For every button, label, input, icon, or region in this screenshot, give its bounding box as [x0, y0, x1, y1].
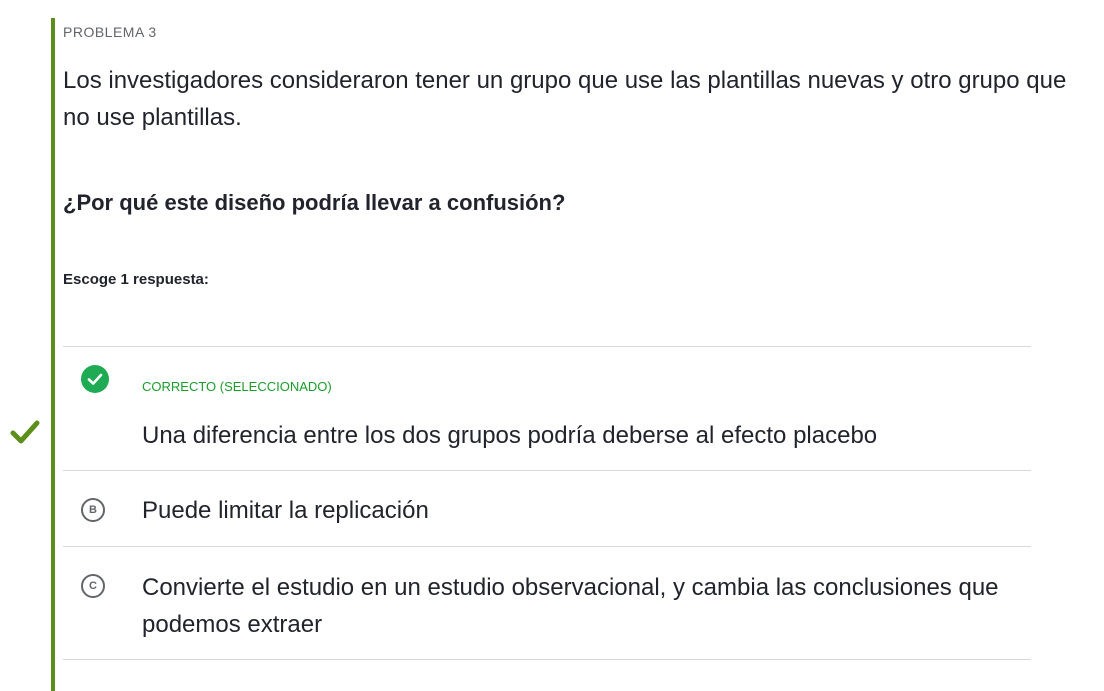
- exercise-page: PROBLEMA 3 Los investigadores considerar…: [0, 0, 1104, 691]
- choice-b-letter-icon: B: [81, 498, 105, 522]
- problem-prompt: Los investigadores consideraron tener un…: [63, 67, 1067, 131]
- answer-choices: CORRECTO (SELECCIONADO) Una diferencia e…: [63, 346, 1031, 660]
- choice-a[interactable]: CORRECTO (SELECCIONADO) Una diferencia e…: [63, 347, 1031, 471]
- checkmark-icon: [10, 420, 40, 444]
- choice-c[interactable]: C Convierte el estudio en un estudio obs…: [63, 547, 1031, 660]
- choice-b-text: Puede limitar la replicación: [142, 497, 429, 524]
- check-circle-icon: [81, 365, 109, 393]
- problem-label: PROBLEMA 3: [63, 24, 157, 40]
- problem-content: PROBLEMA 3 Los investigadores considerar…: [63, 22, 1066, 290]
- choice-c-text: Convierte el estudio en un estudio obser…: [142, 574, 999, 638]
- answer-instruction: Escoge 1 respuesta:: [63, 271, 209, 288]
- accent-bar: [51, 18, 55, 691]
- choice-a-text: Una diferencia entre los dos grupos podr…: [142, 422, 878, 449]
- choice-b[interactable]: B Puede limitar la replicación: [63, 471, 1031, 547]
- choice-c-letter-icon: C: [81, 574, 105, 598]
- problem-question: ¿Por qué este diseño podría llevar a con…: [63, 190, 566, 215]
- choice-status-label: CORRECTO (SELECCIONADO): [142, 379, 332, 394]
